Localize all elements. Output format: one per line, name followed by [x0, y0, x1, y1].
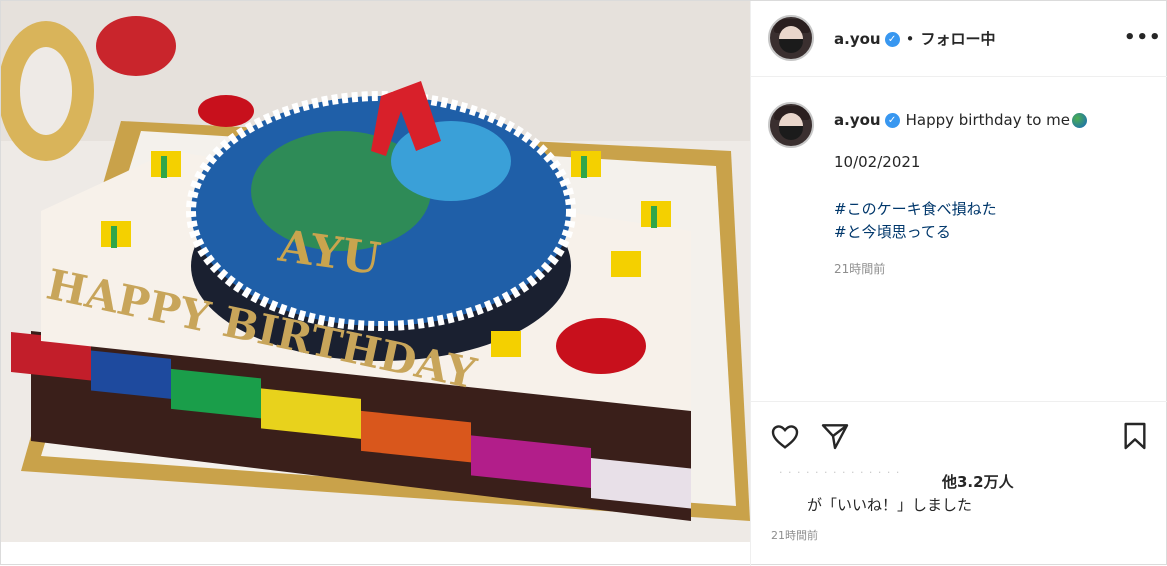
hashtag-link[interactable]: #と今頃思ってる: [834, 221, 951, 242]
bookmark-icon[interactable]: [1119, 420, 1151, 452]
post-header: a.you ✓ • フォロー中 •••: [751, 1, 1167, 77]
instagram-post: AYU HAPPY BIRTHDAY a.you ✓ • フォロー中 ••• a…: [0, 0, 1167, 566]
post-timestamp[interactable]: 21時間前: [771, 527, 818, 543]
username-link[interactable]: a.you: [834, 30, 881, 48]
likes-count-link[interactable]: 他3.2万人: [942, 471, 1014, 492]
post-image[interactable]: AYU HAPPY BIRTHDAY: [1, 1, 750, 542]
verified-badge-icon: ✓: [884, 113, 900, 128]
header-user: a.you ✓ • フォロー中: [834, 28, 995, 49]
separator-dot: •: [905, 30, 915, 48]
caption-username-link[interactable]: a.you: [834, 111, 881, 129]
liked-by-preview: · · · · · · · · · · · · · ·: [779, 466, 901, 479]
caption-avatar[interactable]: [768, 102, 814, 148]
caption-text: Happy birthday to me: [905, 111, 1071, 129]
likes-text: が「いいね！」しました: [807, 496, 973, 514]
caption-timestamp[interactable]: 21時間前: [834, 260, 885, 277]
globe-emoji-icon: [1072, 113, 1088, 128]
more-options-icon[interactable]: •••: [1124, 27, 1162, 48]
birthday-cake-illustration: AYU HAPPY BIRTHDAY: [1, 1, 750, 542]
hashtag-link[interactable]: #このケーキ食べ損ねた: [834, 198, 997, 219]
post-sidebar: a.you ✓ • フォロー中 ••• a.you ✓ Happy birthday to…: [750, 1, 1167, 566]
heart-icon[interactable]: [769, 420, 801, 452]
avatar[interactable]: [768, 15, 814, 61]
caption: a.you ✓ Happy birthday to me: [834, 109, 1154, 131]
caption-date: 10/02/2021: [834, 153, 921, 171]
action-bar: [751, 401, 1167, 471]
verified-badge-icon: ✓: [884, 32, 900, 47]
follow-status-button[interactable]: フォロー中: [920, 30, 995, 48]
paper-plane-icon[interactable]: [819, 420, 851, 452]
